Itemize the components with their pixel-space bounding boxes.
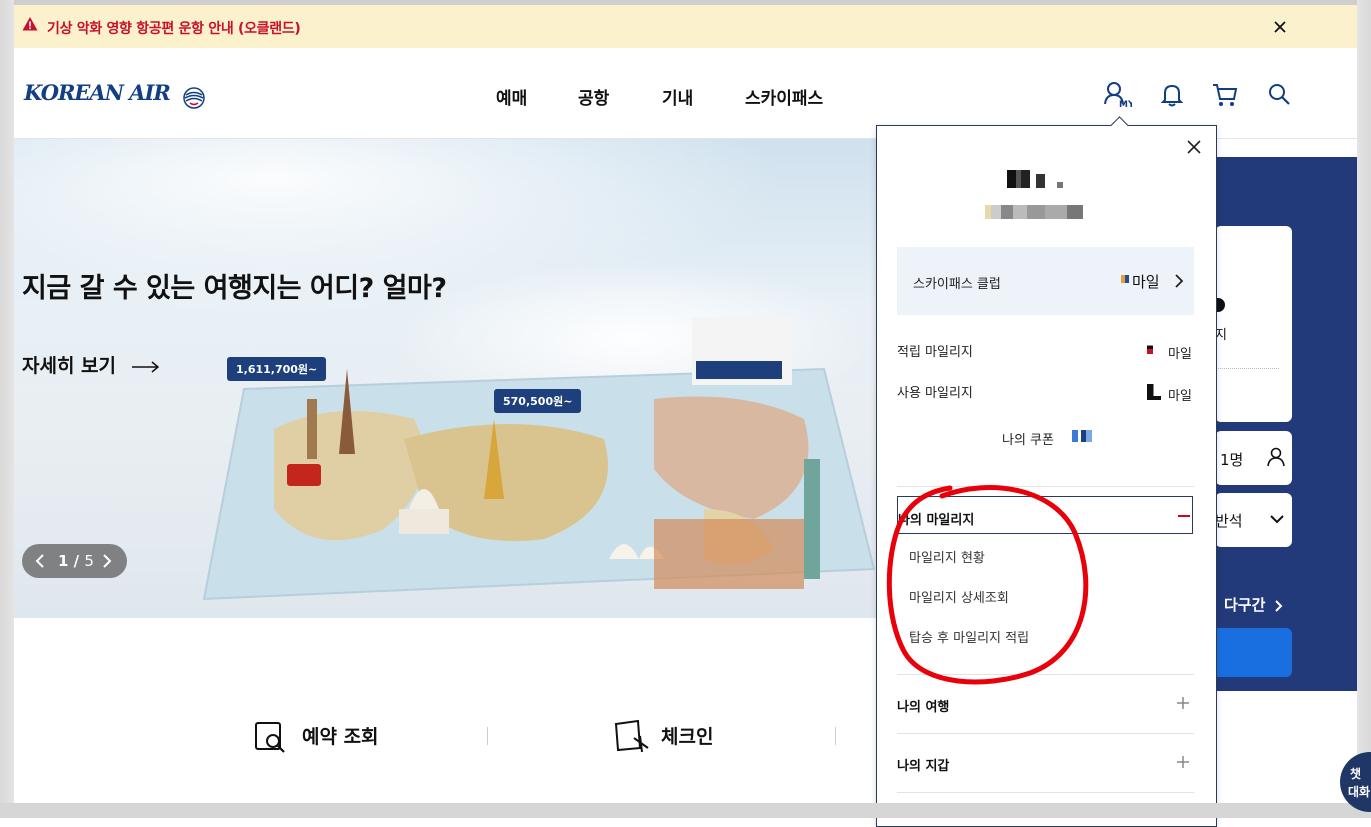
user-id-pixelated — [985, 204, 1083, 219]
close-icon[interactable] — [1184, 137, 1204, 157]
window-frame-right — [1357, 0, 1371, 818]
accordion-title: 나의 지갑 — [897, 759, 950, 774]
divider — [487, 727, 488, 745]
plus-icon — [1177, 697, 1189, 709]
reservation-search-icon — [255, 722, 285, 753]
reservation-lookup-link[interactable]: 예약 조회 — [302, 722, 379, 749]
nav-booking[interactable]: 예매 — [496, 84, 527, 109]
taegeuk-logo-icon — [183, 86, 205, 109]
pixelated-value — [1147, 342, 1153, 354]
pager-current: 1 — [58, 552, 69, 570]
divider — [897, 733, 1194, 734]
passenger-selector[interactable]: 1명 — [1215, 431, 1292, 485]
alert-text[interactable]: 기상 악화 영향 항공편 운항 안내 (오클랜드) — [47, 18, 301, 38]
my-coupon-link[interactable]: 나의 쿠폰 — [1002, 429, 1054, 448]
route-card[interactable]: 지 — [1215, 226, 1292, 422]
chevron-right-icon — [1274, 599, 1283, 612]
divider — [897, 792, 1194, 793]
pixelated-value — [1121, 275, 1129, 283]
hero-pager: 1 / 5 — [22, 544, 127, 578]
mile-unit: 마일 — [1168, 347, 1192, 362]
user-name-pixelated — [1007, 170, 1063, 188]
skypass-club-row[interactable]: 스카이패스 클럽 마일 — [897, 247, 1194, 315]
chevron-right-icon[interactable] — [101, 553, 113, 569]
cart-icon[interactable] — [1210, 80, 1240, 110]
plus-icon — [1177, 756, 1189, 768]
minus-icon — [1178, 515, 1190, 517]
accordion-my-trips[interactable]: 나의 여행 — [897, 684, 1194, 724]
accordion-title: 나의 여행 — [897, 700, 950, 715]
hero-banner[interactable]: 1,611,700원~ 570,500원~ — [14, 139, 876, 618]
window-frame-bottom — [0, 803, 1371, 818]
search-icon[interactable] — [1265, 80, 1295, 110]
used-mileage-label: 사용 마일리지 — [897, 386, 973, 401]
chat-label-line1: 챗 — [1350, 767, 1362, 781]
chevron-down-icon — [1270, 515, 1284, 524]
passenger-count: 1명 — [1220, 451, 1244, 469]
logo-text: KOREAN AIR — [24, 80, 171, 105]
korean-air-logo[interactable]: KOREAN AIR — [24, 80, 211, 110]
seat-class-value: 반석 — [1215, 512, 1243, 530]
annotation-circle — [886, 485, 1089, 685]
check-in-icon — [614, 719, 649, 753]
skypass-club-label: 스카이패스 클럽 — [913, 277, 1001, 292]
arrow-right-icon — [131, 360, 159, 373]
price-tag[interactable]: 570,500원~ — [494, 389, 582, 413]
accordion-my-wallet[interactable]: 나의 지갑 — [897, 743, 1194, 783]
window-frame-left — [0, 0, 14, 818]
bell-icon[interactable] — [1157, 80, 1187, 110]
seat-class-selector[interactable]: 반석 — [1215, 493, 1292, 547]
warning-icon — [22, 17, 38, 31]
divider — [835, 727, 836, 745]
search-flights-button[interactable] — [1215, 628, 1292, 677]
earned-mileage-label: 적립 마일리지 — [897, 345, 973, 360]
my-page-icon[interactable]: MY — [1102, 80, 1132, 110]
pixelated-value — [1147, 384, 1161, 400]
svg-text:MY: MY — [1119, 100, 1132, 110]
hero-link-label: 자세히 보기 — [22, 355, 117, 377]
chevron-left-icon[interactable] — [34, 553, 46, 569]
nav-skypass[interactable]: 스카이패스 — [745, 84, 823, 109]
mile-unit: 마일 — [1132, 273, 1160, 291]
multi-city-label: 다구간 — [1224, 596, 1266, 614]
person-icon — [1267, 447, 1285, 467]
pager-text: 1 / 5 — [58, 552, 94, 570]
pixelated-price-card — [692, 317, 792, 385]
pager-total: 5 — [84, 552, 94, 570]
nav-airport[interactable]: 공항 — [578, 84, 609, 109]
multi-city-link[interactable]: 다구간 — [1224, 594, 1284, 615]
nav-inflight[interactable]: 기내 — [662, 84, 693, 109]
close-icon[interactable] — [1268, 15, 1292, 39]
hero-title: 지금 갈 수 있는 여행지는 어디? 얼마? — [22, 273, 447, 304]
pixelated-value — [1072, 430, 1092, 442]
check-in-link[interactable]: 체크인 — [661, 722, 713, 749]
pager-separator: / — [73, 552, 80, 570]
mile-unit: 마일 — [1168, 389, 1192, 404]
hero-detail-link[interactable]: 자세히 보기 — [22, 351, 161, 378]
price-tag[interactable]: 1,611,700원~ — [227, 357, 327, 381]
chevron-right-icon — [1175, 274, 1184, 288]
chat-label-line2: 대화 — [1348, 785, 1371, 799]
